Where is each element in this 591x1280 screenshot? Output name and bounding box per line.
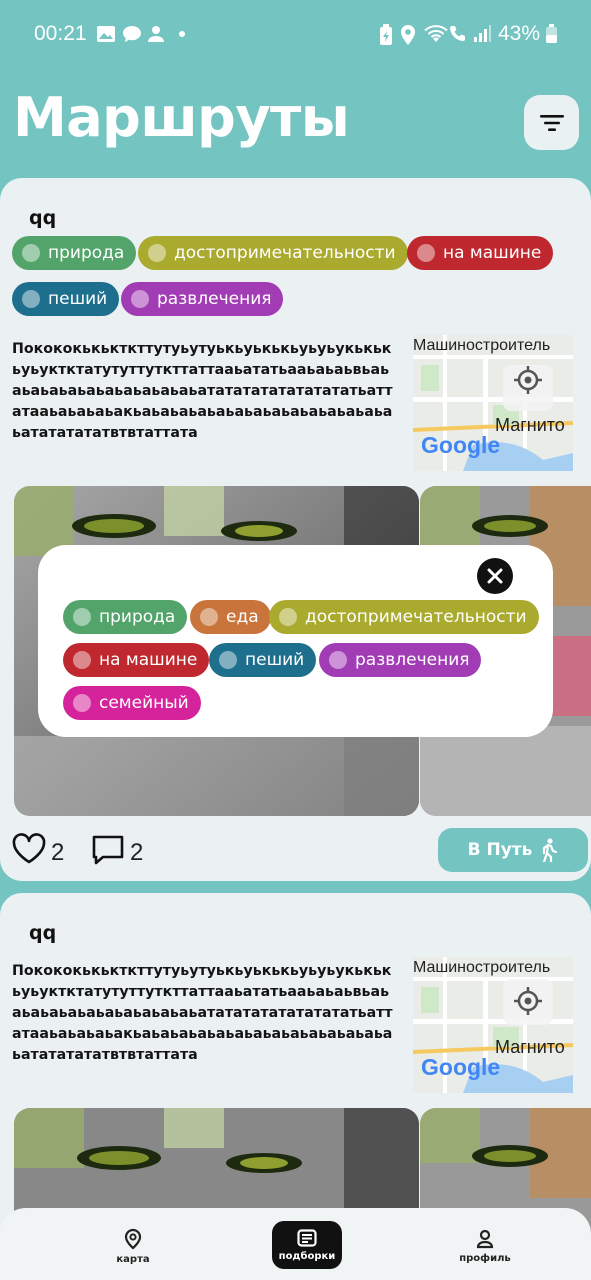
- popup-tag-nature[interactable]: природа: [63, 600, 188, 634]
- comment-icon[interactable]: [91, 834, 125, 866]
- comments-count: 2: [130, 839, 144, 866]
- popup-tag-food[interactable]: еда: [190, 600, 271, 634]
- tag-dot: [219, 651, 237, 669]
- popup-tag-sights[interactable]: достопримечательности: [269, 600, 539, 634]
- tag-dot: [279, 608, 297, 626]
- map-label-right: Магнито: [495, 1037, 565, 1057]
- popup-close-button[interactable]: [477, 558, 513, 594]
- image-icon: [97, 26, 115, 42]
- location-icon: [401, 25, 415, 45]
- tag-dot: [73, 651, 91, 669]
- nav-collections[interactable]: подборки: [272, 1221, 342, 1269]
- status-time: 00:21: [34, 22, 87, 45]
- wifi-call-icon: [450, 26, 465, 41]
- route-author: qq: [29, 207, 57, 229]
- person-icon: [148, 26, 164, 42]
- heart-icon[interactable]: [12, 833, 46, 865]
- map-label-right: Магнито: [495, 415, 565, 435]
- status-bar: 00:21 43%: [0, 0, 591, 70]
- map-label-top: Машиностроитель: [413, 959, 551, 976]
- route-description: Покококькькткттутуьутуькьуькькьуьуьукькь…: [12, 341, 393, 441]
- nav-map[interactable]: карта: [98, 1222, 168, 1270]
- popup-tag-entertainment[interactable]: развлечения: [319, 643, 482, 677]
- nav-profile[interactable]: профиль: [450, 1222, 520, 1270]
- google-logo: Google: [421, 1054, 501, 1080]
- go-route-button[interactable]: В Путь: [438, 828, 588, 872]
- likes-count: 2: [51, 839, 65, 866]
- dot-icon: [179, 31, 185, 37]
- popup-tag-by-car[interactable]: на машине: [63, 643, 210, 677]
- collections-icon: [297, 1228, 317, 1247]
- popup-tag-walking[interactable]: пеший: [209, 643, 317, 677]
- tag-dot: [22, 290, 40, 308]
- tag-dot: [329, 651, 347, 669]
- route-map-preview[interactable]: Машиностроитель Магнито Google: [413, 335, 573, 471]
- close-icon: [487, 568, 503, 584]
- tag-sights[interactable]: достопримечательности: [138, 236, 408, 270]
- battery-percent: 43%: [498, 22, 541, 45]
- tag-nature[interactable]: природа: [12, 236, 137, 270]
- bottom-navigation: карта подборки профиль: [0, 1208, 591, 1280]
- route-description: Покококькькткттутуьутуькьуькькьуьуьукькь…: [12, 963, 393, 1063]
- tag-dot: [131, 290, 149, 308]
- chat-icon: [123, 26, 141, 42]
- tag-entertainment[interactable]: развлечения: [121, 282, 284, 316]
- battery-icon: [546, 24, 557, 43]
- route-author: qq: [29, 922, 57, 944]
- tag-by-car[interactable]: на машине: [407, 236, 554, 270]
- tag-dot: [200, 608, 218, 626]
- walking-icon: [543, 838, 558, 862]
- tag-dot: [148, 244, 166, 262]
- page-title: Маршруты: [13, 86, 350, 149]
- wifi-icon: [424, 25, 448, 42]
- tag-dot: [73, 694, 91, 712]
- map-label-top: Машиностроитель: [413, 337, 551, 354]
- tag-dot: [22, 244, 40, 262]
- tags-popup: природа еда достопримечательности на маш…: [38, 545, 553, 737]
- tag-walking[interactable]: пеший: [12, 282, 120, 316]
- tag-dot: [417, 244, 435, 262]
- battery-saver-icon: [380, 24, 392, 45]
- tag-dot: [73, 608, 91, 626]
- filter-icon: [539, 114, 564, 131]
- map-pin-icon: [124, 1228, 142, 1249]
- signal-icon: [474, 25, 491, 42]
- google-logo: Google: [421, 432, 501, 458]
- popup-tag-family[interactable]: семейный: [63, 686, 201, 720]
- filter-button[interactable]: [524, 95, 579, 150]
- route-map-preview[interactable]: Машиностроитель Магнито Google: [413, 957, 573, 1093]
- profile-icon: [476, 1229, 494, 1248]
